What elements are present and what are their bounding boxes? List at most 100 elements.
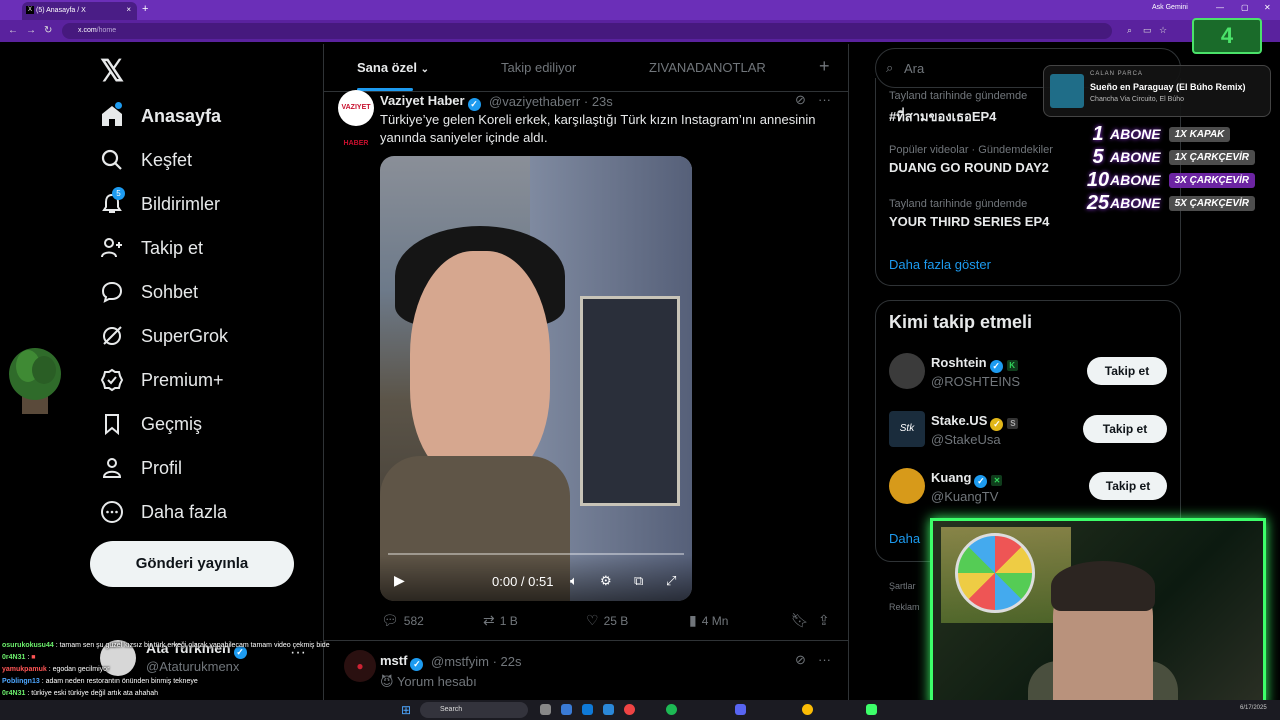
more-icon[interactable]: ··· <box>818 652 831 667</box>
tab-close-button[interactable]: × <box>126 5 131 14</box>
tweet-author-name: Vaziyet Haber <box>380 93 465 108</box>
tweet-author-row[interactable]: mstf ✓ <box>380 653 424 671</box>
now-playing-widget: CALAN PARCA Sueño en Paraguay (El Búho R… <box>1043 65 1271 117</box>
play-icon[interactable]: ▶ <box>394 572 405 589</box>
trend-title[interactable]: DUANG GO ROUND DAY2 <box>889 160 1049 175</box>
nav-item-supergrok[interactable]: SuperGrok <box>100 320 228 352</box>
tweet-text: Türkiye’ye gelen Koreli erkek, karşılaşt… <box>380 112 816 145</box>
close-window-icon[interactable]: ✕ <box>1264 3 1271 12</box>
sub-goal-row: 10 ABONE 3X ÇARKÇEVİR <box>1086 169 1256 191</box>
new-tab-button[interactable]: + <box>142 3 148 15</box>
reply-button[interactable]: 💬︎ 582 <box>381 612 424 629</box>
avatar[interactable] <box>889 468 925 504</box>
tab-following[interactable]: Takip ediliyor <box>501 60 576 75</box>
browser-tab[interactable]: X (5) Anasayfa / X × <box>22 2 137 20</box>
maximize-icon[interactable]: ▢ <box>1241 3 1249 12</box>
bookmark-button[interactable]: 🔖︎ <box>791 612 814 629</box>
video-frame-sign <box>580 296 680 506</box>
windows-start-icon[interactable]: ⊞ <box>401 703 411 717</box>
url-field[interactable]: x.com/home <box>62 23 1112 39</box>
taskbar-search[interactable]: Search <box>420 702 528 718</box>
chrome-icon[interactable] <box>624 704 635 715</box>
suggestion-name-row[interactable]: Stake.US ✓ S <box>931 413 1019 431</box>
trend-category: Popüler videolar · Gündemdekiler <box>889 144 1053 156</box>
grok-icon[interactable]: ⊘ <box>795 92 806 108</box>
nav-item-profile[interactable]: Profil <box>100 452 182 484</box>
suggestion-name-row[interactable]: Kuang ✓ ✕ <box>931 470 1003 488</box>
ask-gemini-button[interactable]: Ask Gemini <box>1152 4 1188 11</box>
chrome-active-icon[interactable] <box>802 704 813 715</box>
taskbar-clock: 6/17/2025 <box>1240 705 1267 711</box>
more-icon[interactable]: ··· <box>818 92 831 107</box>
chat-message: : türkiye eski türkiye değil artık ata a… <box>27 690 159 697</box>
show-more-follow-link[interactable]: Daha <box>889 531 920 546</box>
tweet-video[interactable]: ▶ 0:00 / 0:51 🔈︎ ⚙ ⧉ ⤢ <box>380 156 692 601</box>
volume-icon[interactable]: 🔈︎ <box>570 573 578 589</box>
zoom-icon[interactable]: ⌕ <box>1127 25 1132 36</box>
add-tab-button[interactable]: + <box>819 56 830 77</box>
avatar[interactable] <box>889 353 925 389</box>
nav-item-more[interactable]: Daha fazla <box>100 496 227 528</box>
suggestion-handle: @StakeUsa <box>931 432 1001 447</box>
post-button[interactable]: Gönderi yayınla <box>90 541 294 587</box>
reload-icon[interactable]: ↻ <box>44 25 52 36</box>
sub-goal-label: ABONE <box>1110 149 1161 165</box>
sub-goal-row: 1 ABONE 1X KAPAK <box>1086 123 1231 145</box>
tab-for-you[interactable]: Sana özel ⌄ <box>357 60 429 75</box>
nav-item-follow[interactable]: Takip et <box>100 232 203 264</box>
footer-terms-link[interactable]: Şartlar <box>889 581 916 591</box>
show-more-trends-link[interactable]: Daha fazla göster <box>889 257 991 272</box>
nav-item-notifications[interactable]: 5 Bildirimler <box>100 187 220 220</box>
follow-button[interactable]: Takip et <box>1089 472 1167 500</box>
edge-icon[interactable] <box>582 704 593 715</box>
forward-icon[interactable]: → <box>26 25 36 36</box>
nav-item-bookmarks[interactable]: Geçmiş <box>100 408 202 440</box>
suggestion-name-row[interactable]: Roshtein ✓ K <box>931 355 1018 373</box>
video-progress-bar[interactable] <box>388 553 684 555</box>
follow-button[interactable]: Takip et <box>1087 357 1167 385</box>
tweet-author-row[interactable]: Vaziyet Haber ✓ <box>380 93 481 111</box>
minimize-icon[interactable]: — <box>1216 3 1224 12</box>
x-logo-icon[interactable]: 𝕏 <box>100 54 124 89</box>
avatar[interactable]: VAZIYET HABER <box>338 90 374 147</box>
sub-goal-reward: 3X ÇARKÇEVİR <box>1168 172 1256 188</box>
nav-item-home[interactable]: Anasayfa <box>100 100 221 132</box>
tab-list[interactable]: ZIVANADANOTLAR <box>649 60 766 75</box>
fullscreen-icon[interactable]: ⤢ <box>666 573 676 589</box>
views-chart-icon: ▮ <box>689 612 697 628</box>
bookmark-star-icon[interactable]: ☆ <box>1159 25 1167 36</box>
chat-user: osurukokusu44 <box>2 642 54 649</box>
nav-item-explore[interactable]: Keşfet <box>100 144 192 176</box>
repost-button[interactable]: ⇄ 1 B <box>483 612 518 629</box>
footer-ads-link[interactable]: Reklam <box>889 602 920 612</box>
follow-button[interactable]: Takip et <box>1083 415 1167 443</box>
views-button[interactable]: ▮ 4 Mn <box>689 612 728 629</box>
nav-item-premium[interactable]: Premium+ <box>100 364 224 396</box>
affiliate-badge-icon: K <box>1006 360 1018 371</box>
task-view-icon[interactable] <box>540 704 551 715</box>
share-button[interactable]: ⇪ <box>818 612 835 629</box>
app-icon[interactable] <box>561 704 572 715</box>
discord-icon[interactable] <box>735 704 746 715</box>
trend-title[interactable]: #ที่สามของเธอEP4 <box>889 106 996 127</box>
add-person-icon <box>100 236 124 260</box>
pip-icon[interactable]: ⧉ <box>634 573 643 589</box>
grok-icon[interactable]: ⊘ <box>795 652 806 668</box>
chat-line: 0r4N31 : ■ <box>2 652 332 664</box>
like-button[interactable]: ♡ 25 B <box>586 612 628 629</box>
settings-gear-icon[interactable]: ⚙ <box>600 573 612 589</box>
like-count: 25 B <box>603 613 629 628</box>
trend-title[interactable]: YOUR THIRD SERIES EP4 <box>889 214 1049 229</box>
search-icon: ⌕ <box>886 60 894 75</box>
avatar[interactable]: Stk <box>889 411 925 447</box>
app-icon[interactable] <box>866 704 877 715</box>
avatar[interactable]: ● <box>344 650 376 682</box>
cast-icon[interactable]: ▭ <box>1143 25 1152 36</box>
affiliate-badge-icon: S <box>1007 418 1019 429</box>
nav-item-chat[interactable]: Sohbet <box>100 276 198 308</box>
back-icon[interactable]: ← <box>8 25 18 36</box>
spotify-icon[interactable] <box>666 704 677 715</box>
bookmark-icon: 🔖︎ <box>791 612 809 628</box>
webcam-person-hair <box>1051 561 1155 611</box>
mail-icon[interactable] <box>603 704 614 715</box>
